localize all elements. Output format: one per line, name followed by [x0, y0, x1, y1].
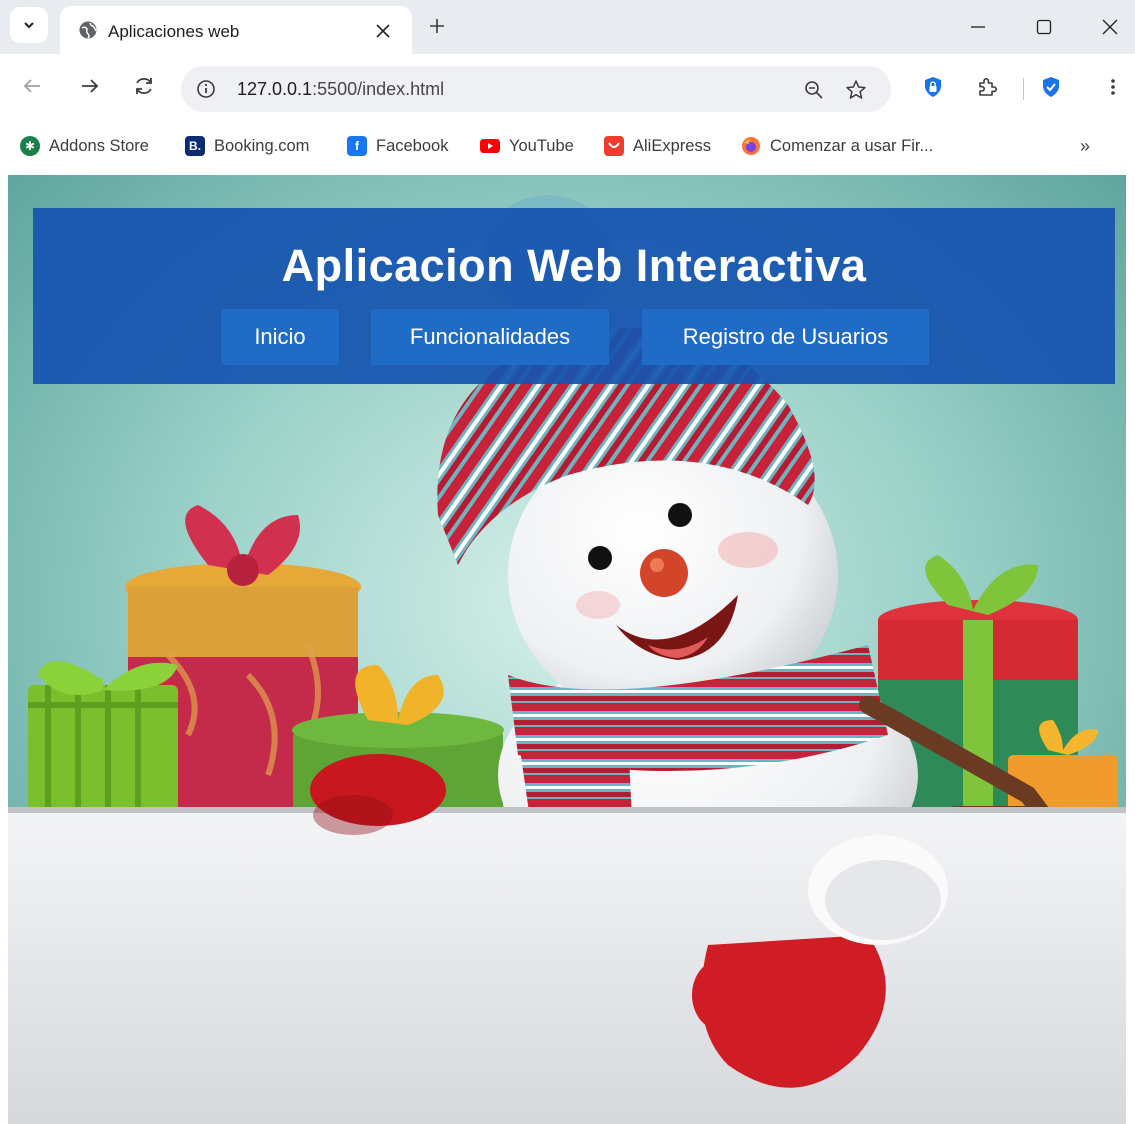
forward-button[interactable] — [74, 70, 106, 102]
bookmark-aliexpress[interactable]: AliExpress — [604, 132, 711, 160]
bookmark-youtube[interactable]: YouTube — [480, 132, 574, 160]
booking-icon: B. — [185, 136, 205, 156]
bookmark-firefox[interactable]: Comenzar a usar Fir... — [741, 132, 933, 160]
close-icon — [1102, 19, 1118, 35]
tab-strip: Aplicaciones web — [0, 0, 1135, 54]
site-info-icon[interactable] — [195, 78, 217, 100]
minimize-button[interactable] — [958, 10, 998, 44]
tab-active[interactable]: Aplicaciones web — [60, 6, 412, 54]
tab-close-button[interactable] — [370, 18, 396, 44]
bookmark-booking[interactable]: B. Booking.com — [185, 132, 309, 160]
zoom-button[interactable] — [801, 77, 827, 103]
zoom-out-icon — [805, 81, 823, 99]
bookmarks-overflow-button[interactable]: » — [1080, 136, 1090, 157]
firefox-icon — [741, 136, 761, 156]
chevron-down-icon — [24, 22, 34, 29]
plus-icon — [430, 19, 444, 33]
youtube-icon — [480, 136, 500, 156]
reload-button[interactable] — [128, 70, 160, 102]
addons-store-icon: ✱ — [20, 136, 40, 156]
security-extension-button[interactable] — [1036, 72, 1066, 102]
browser-menu-button[interactable] — [1098, 72, 1128, 102]
address-bar[interactable]: 127.0.0.1:5500/index.html — [181, 66, 891, 112]
site-header: Aplicacion Web Interactiva Inicio Funcio… — [33, 208, 1115, 384]
url-path: :5500/index.html — [312, 79, 445, 99]
arrow-right-icon — [82, 79, 99, 93]
bookmark-label: Comenzar a usar Fir... — [770, 136, 934, 155]
maximize-icon — [1036, 19, 1052, 35]
nav-funcionalidades[interactable]: Funcionalidades — [371, 309, 609, 365]
extensions-button[interactable] — [972, 72, 1002, 102]
close-icon — [376, 24, 390, 38]
nav-registro-usuarios[interactable]: Registro de Usuarios — [642, 309, 929, 365]
bookmark-label: Addons Store — [49, 136, 149, 155]
tab-search-button[interactable] — [10, 7, 48, 43]
star-icon — [846, 80, 866, 99]
browser-toolbar: 127.0.0.1:5500/index.html — [0, 54, 1135, 126]
bookmark-label: YouTube — [509, 136, 574, 155]
maximize-button[interactable] — [1024, 10, 1064, 44]
browser-window: Aplicaciones web 127.0.0.1:5500/index.ht… — [0, 0, 1135, 1124]
arrow-left-icon — [23, 79, 40, 93]
new-tab-button[interactable] — [423, 12, 451, 40]
site-nav: Inicio Funcionalidades Registro de Usuar… — [33, 309, 1115, 365]
bookmark-addons-store[interactable]: ✱ Addons Store — [20, 132, 149, 160]
nav-inicio[interactable]: Inicio — [221, 309, 339, 365]
extension-shield-button[interactable] — [918, 72, 948, 102]
page-title: Aplicacion Web Interactiva — [281, 240, 867, 291]
bookmarks-bar: ✱ Addons Store B. Booking.com f Facebook… — [0, 126, 1135, 166]
bookmark-label: AliExpress — [633, 136, 711, 155]
window-close-button[interactable] — [1090, 10, 1130, 44]
reload-icon — [136, 77, 152, 95]
back-button[interactable] — [16, 70, 48, 102]
password-manager-icon — [925, 77, 941, 97]
shield-check-icon — [1043, 77, 1059, 97]
bookmark-facebook[interactable]: f Facebook — [347, 132, 448, 160]
aliexpress-icon — [604, 136, 624, 156]
more-vertical-icon — [1111, 79, 1115, 95]
bookmark-star-button[interactable] — [843, 77, 869, 103]
facebook-icon: f — [347, 136, 367, 156]
tab-title: Aplicaciones web — [108, 22, 240, 41]
bookmark-label: Booking.com — [214, 136, 310, 155]
globe-icon — [79, 21, 97, 39]
page-viewport: Aplicacion Web Interactiva Inicio Funcio… — [8, 175, 1126, 1124]
minimize-icon — [971, 26, 985, 28]
url-host: 127.0.0.1 — [237, 79, 313, 99]
puzzle-icon — [979, 78, 997, 96]
toolbar-separator — [1023, 78, 1024, 100]
bookmark-label: Facebook — [376, 136, 449, 155]
url-text[interactable]: 127.0.0.1:5500/index.html — [237, 79, 444, 100]
